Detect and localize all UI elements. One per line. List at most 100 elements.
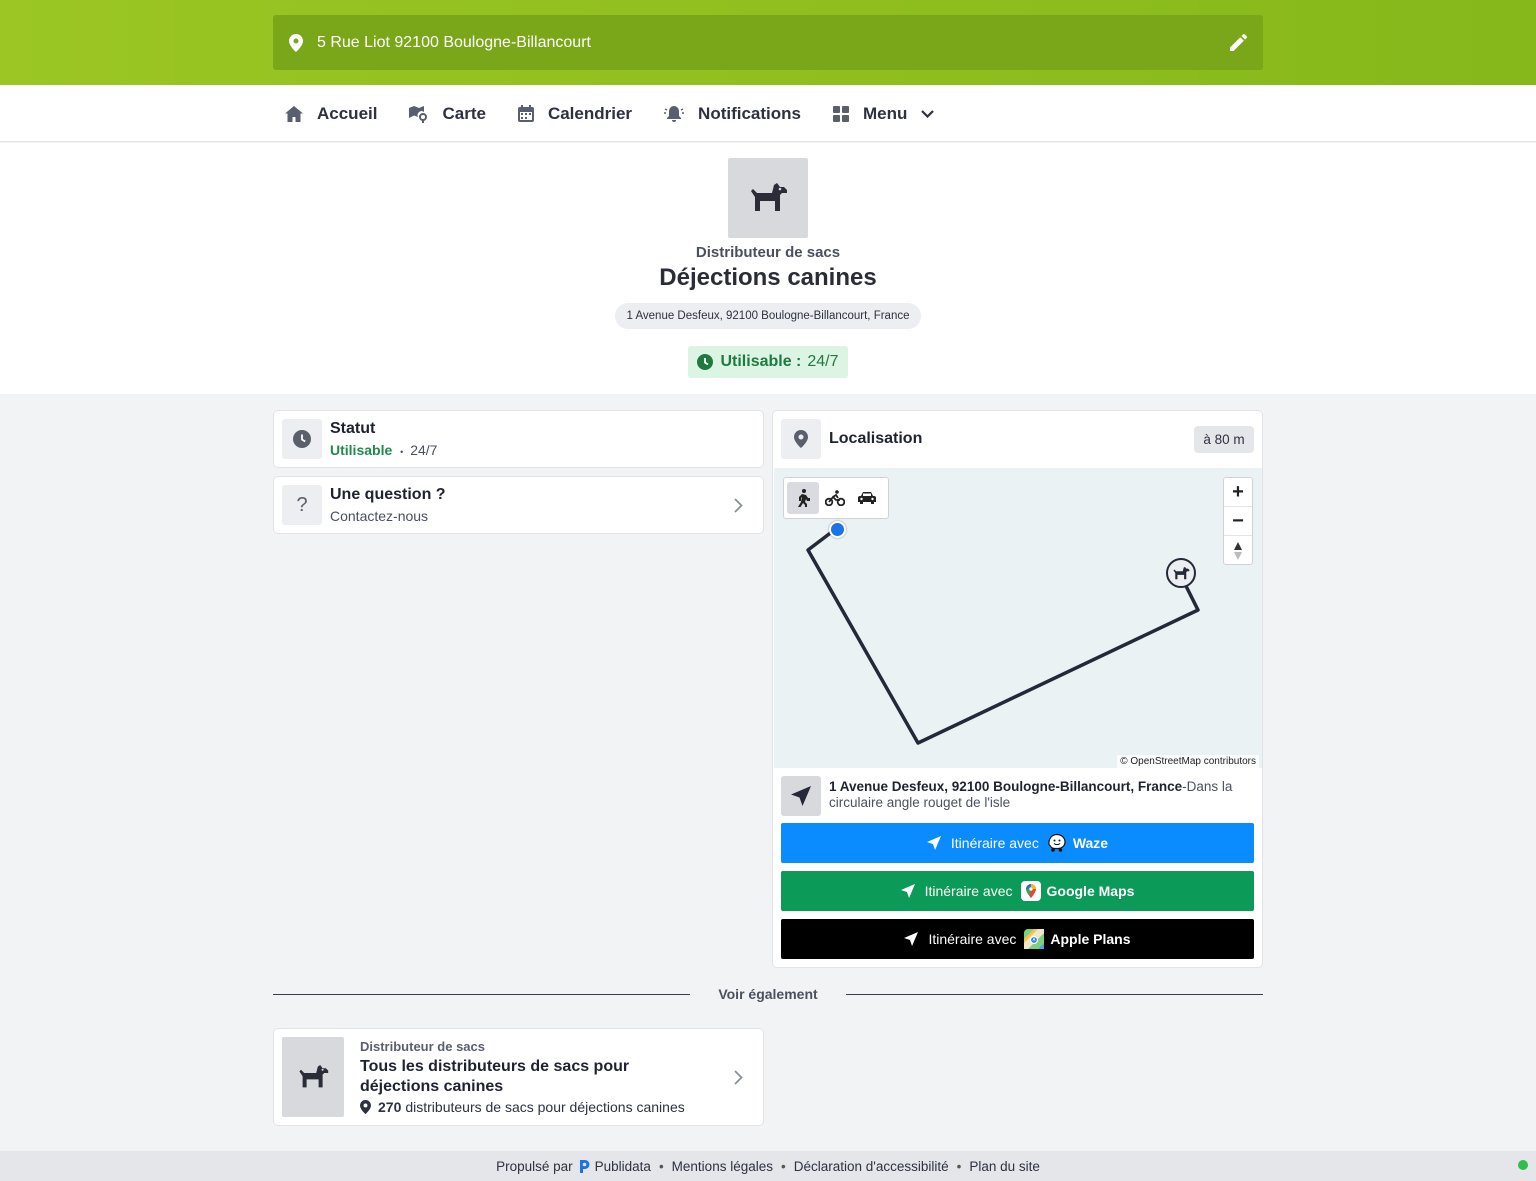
section-divider-left <box>273 994 690 995</box>
poi-title: Déjections canines <box>659 264 877 291</box>
location-pin-icon <box>781 419 821 459</box>
location-pin-icon <box>289 33 303 52</box>
address-selector[interactable]: 5 Rue Liot 92100 Boulogne-Billancourt <box>273 15 1263 70</box>
online-status-indicator <box>1518 1160 1528 1170</box>
distance-badge: à 80 m <box>1194 426 1254 453</box>
nav-calendrier[interactable]: Calendrier <box>517 103 633 124</box>
status-card: Statut Utilisable • 24/7 <box>273 410 764 468</box>
nav-calendrier-label: Calendrier <box>547 103 633 123</box>
waze-label: Waze <box>1072 835 1109 851</box>
waze-route-prefix: Itinéraire avec <box>950 835 1039 851</box>
bell-icon <box>664 105 685 122</box>
walk-mode-button[interactable] <box>787 482 819 514</box>
navigation-arrow-icon <box>926 836 941 850</box>
google-maps-logo-icon <box>1020 881 1041 901</box>
footer-plan-du-site[interactable]: Plan du site <box>969 1159 1040 1174</box>
map-attribution[interactable]: © OpenStreetMap contributors <box>1117 755 1259 768</box>
apple-plans-route-button[interactable]: Itinéraire avec Apple Plans <box>781 919 1254 959</box>
see-also-card[interactable]: Distributeur de sacs Tous les distribute… <box>273 1028 764 1126</box>
status-card-state: Utilisable <box>330 442 393 458</box>
publidata-logo-icon <box>579 1159 590 1173</box>
main-nav: Accueil Carte Calendrier Notifications M… <box>0 85 1536 142</box>
google-maps-label: Google Maps <box>1046 883 1135 899</box>
chevron-down-icon <box>921 109 935 118</box>
footer-publidata-link[interactable]: Publidata <box>595 1159 651 1174</box>
navigation-arrow-icon <box>781 776 821 816</box>
apple-route-prefix: Itinéraire avec <box>928 931 1017 947</box>
footer-powered-by: Propulsé par <box>496 1158 573 1174</box>
footer-separator: • <box>780 1158 786 1174</box>
destination-address-main: 1 Avenue Desfeux, 92100 Boulogne-Billanc… <box>829 779 1183 794</box>
bike-mode-button[interactable] <box>819 482 851 514</box>
bike-icon <box>825 490 845 506</box>
see-also-count: 270 <box>378 1099 402 1115</box>
chevron-right-icon <box>734 498 743 513</box>
see-also-title: Tous les distributeurs de sacs pour déje… <box>360 1058 630 1095</box>
destination-address: 1 Avenue Desfeux, 92100 Boulogne-Billanc… <box>829 779 1249 811</box>
status-card-separator: • <box>400 447 404 457</box>
location-card: Localisation à 80 m + − © OpenStreetMap … <box>772 410 1263 968</box>
question-mark-icon: ? <box>282 485 322 525</box>
status-card-subtitle: Utilisable • 24/7 <box>330 442 437 458</box>
status-hours: 24/7 <box>807 353 839 370</box>
dog-icon <box>1173 566 1190 579</box>
current-address: 5 Rue Liot 92100 Boulogne-Billancourt <box>317 33 591 51</box>
poi-category: Distributeur de sacs <box>695 244 841 261</box>
destination-dog-marker[interactable] <box>1166 558 1196 588</box>
nav-menu[interactable]: Menu <box>833 103 935 124</box>
clock-icon <box>282 419 322 459</box>
section-divider-right <box>846 994 1263 995</box>
nav-accueil[interactable]: Accueil <box>285 104 377 124</box>
nav-notifications-label: Notifications <box>698 103 801 123</box>
see-also-count-text: distributeurs de sacs pour déjections ca… <box>405 1099 685 1115</box>
question-card-subtitle: Contactez-nous <box>330 508 429 524</box>
top-bar: 5 Rue Liot 92100 Boulogne-Billancourt <box>0 0 1536 85</box>
status-card-hours: 24/7 <box>410 442 438 458</box>
footer: Propulsé par Publidata • Mentions légale… <box>0 1151 1536 1181</box>
status-badge: Utilisable : 24/7 <box>688 346 848 378</box>
home-icon <box>285 105 303 122</box>
apple-plans-logo-icon <box>1024 929 1045 949</box>
navigation-arrow-icon <box>904 932 919 946</box>
footer-separator: • <box>956 1158 962 1174</box>
edit-pencil-icon[interactable] <box>1230 34 1247 51</box>
clock-icon <box>697 354 714 370</box>
route-map[interactable]: + − © OpenStreetMap contributors <box>774 468 1262 768</box>
nav-carte-label: Carte <box>442 103 486 123</box>
map-icon <box>409 105 428 123</box>
waze-logo-icon <box>1048 833 1066 852</box>
see-also-count-line: 270 distributeurs de sacs pour déjection… <box>360 1099 685 1115</box>
nav-notifications[interactable]: Notifications <box>664 104 801 124</box>
walk-icon <box>798 489 810 507</box>
question-card[interactable]: ? Une question ? Contactez-nous <box>273 476 764 534</box>
map-zoom-controls: + − <box>1223 477 1253 565</box>
location-card-title: Localisation <box>829 430 923 447</box>
car-icon <box>858 492 876 504</box>
google-maps-route-button[interactable]: Itinéraire avec Google Maps <box>781 871 1254 911</box>
navigation-arrow-icon <box>900 884 915 898</box>
google-route-prefix: Itinéraire avec <box>924 883 1013 899</box>
poi-address-chip: 1 Avenue Desfeux, 92100 Boulogne-Billanc… <box>615 303 921 329</box>
zoom-in-button[interactable]: + <box>1224 478 1252 507</box>
chevron-right-icon <box>734 1070 743 1085</box>
travel-mode-selector <box>783 477 889 519</box>
waze-route-button[interactable]: Itinéraire avec Waze <box>781 823 1254 863</box>
car-mode-button[interactable] <box>851 482 883 514</box>
footer-accessibilite[interactable]: Déclaration d'accessibilité <box>794 1159 949 1174</box>
status-card-title: Statut <box>330 420 376 437</box>
see-also-heading: Voir également <box>718 986 818 1002</box>
nav-accueil-label: Accueil <box>317 103 378 123</box>
question-card-title: Une question ? <box>330 486 446 503</box>
see-also-category: Distributeur de sacs <box>360 1039 485 1054</box>
zoom-out-button[interactable]: − <box>1224 507 1252 536</box>
dog-icon <box>728 158 808 238</box>
nav-carte[interactable]: Carte <box>409 103 486 124</box>
dog-icon <box>282 1037 344 1117</box>
grid-icon <box>833 105 849 122</box>
current-position-marker <box>829 521 846 538</box>
nav-menu-label: Menu <box>863 103 908 123</box>
compass-reset-button[interactable] <box>1224 536 1252 565</box>
compass-icon <box>1234 541 1242 560</box>
footer-mentions-legales[interactable]: Mentions légales <box>672 1159 773 1174</box>
footer-separator: • <box>658 1158 664 1174</box>
